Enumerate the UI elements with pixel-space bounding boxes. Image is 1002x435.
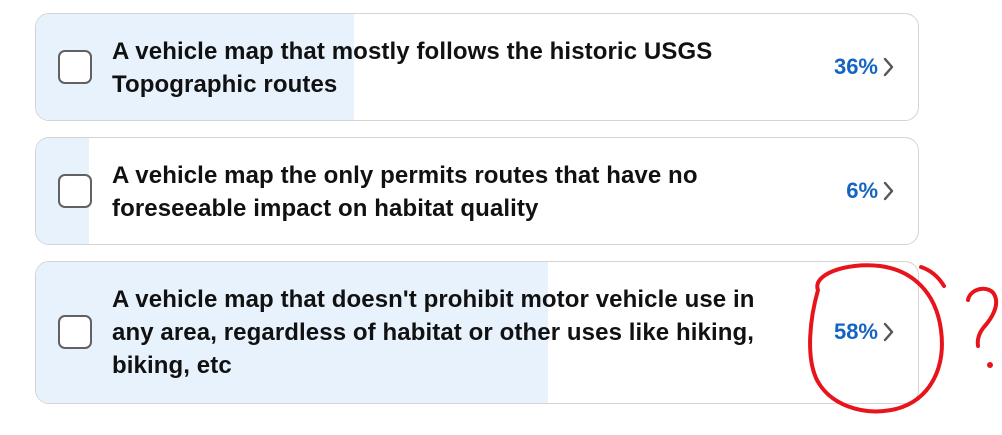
annotation-question-dot	[987, 362, 993, 368]
poll-option-1[interactable]: A vehicle map that mostly follows the hi…	[35, 13, 919, 121]
chevron-right-icon[interactable]	[882, 321, 896, 343]
option-label-line: Topographic routes	[112, 71, 338, 98]
option-label-line: foreseeable impact on habitat quality	[112, 195, 539, 222]
poll-option-3[interactable]: A vehicle map that doesn't prohibit moto…	[35, 261, 919, 404]
poll-results: A vehicle map that mostly follows the hi…	[0, 0, 1002, 435]
annotation-question-stroke	[966, 286, 999, 348]
option-label: A vehicle map that mostly follows the hi…	[112, 35, 712, 101]
option-label-line: any area, regardless of habitat or other…	[112, 319, 755, 346]
option-label-line: biking, etc	[112, 352, 232, 379]
chevron-right-icon[interactable]	[882, 180, 896, 202]
percent-label[interactable]: 58%	[834, 319, 878, 345]
option-label-line: A vehicle map that mostly follows the hi…	[112, 38, 713, 65]
option-label: A vehicle map the only permits routes th…	[112, 159, 698, 225]
percent-label[interactable]: 6%	[846, 178, 878, 204]
poll-option-2[interactable]: A vehicle map the only permits routes th…	[35, 137, 919, 245]
option-label: A vehicle map that doesn't prohibit moto…	[112, 283, 755, 382]
option-label-line: A vehicle map that doesn't prohibit moto…	[112, 286, 755, 313]
chevron-right-icon[interactable]	[882, 56, 896, 78]
percent-label[interactable]: 36%	[834, 54, 878, 80]
option-label-line: A vehicle map the only permits routes th…	[112, 162, 698, 189]
checkbox-icon[interactable]	[58, 50, 92, 84]
checkbox-icon[interactable]	[58, 315, 92, 349]
checkbox-icon[interactable]	[58, 174, 92, 208]
